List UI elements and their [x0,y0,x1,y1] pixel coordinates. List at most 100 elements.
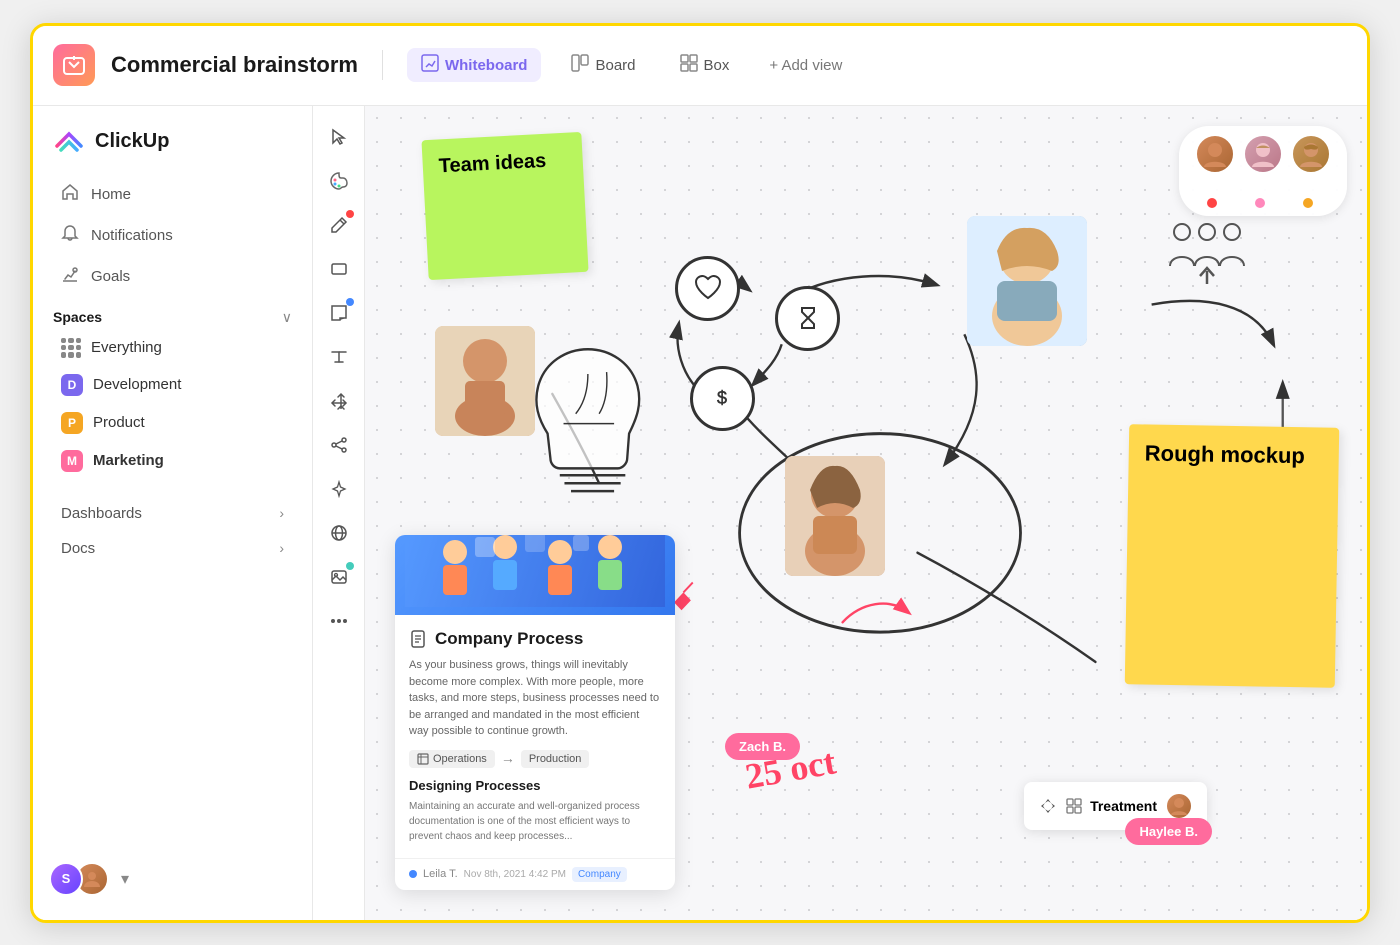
sticky-note-team-ideas[interactable]: Team ideas [421,131,588,279]
doc-tag-operations: Operations [409,750,495,768]
sidebar-item-home[interactable]: Home [41,174,304,215]
whiteboard-label: Whiteboard [445,57,528,74]
tool-sparkle[interactable] [320,470,358,508]
avatar-2-dot [1255,198,1265,208]
tool-more[interactable] [320,602,358,640]
photo-person-3 [785,456,885,576]
tool-text[interactable] [320,338,358,376]
circle-hourglass [775,286,840,351]
canvas-area: Team ideas Rough mockup [313,106,1367,920]
home-icon [61,183,79,206]
banner-illustration [397,535,673,615]
tool-cursor[interactable] [320,118,358,156]
sidebar-item-marketing[interactable]: M Marketing [41,442,304,480]
development-badge: D [61,374,83,396]
avatar-3-dot [1303,198,1313,208]
tool-rectangle[interactable] [320,250,358,288]
person-1-illustration [435,326,535,436]
tab-box[interactable]: Box [666,48,744,82]
docs-chevron-icon: › [279,540,284,556]
notifications-label: Notifications [91,227,173,244]
doc-footer-date: Nov 8th, 2021 4:42 PM [464,869,566,880]
spaces-chevron-icon[interactable]: ∨ [282,309,292,326]
avatar-2[interactable] [1243,134,1283,174]
marketing-badge: M [61,450,83,472]
sidebar-item-product[interactable]: P Product [41,404,304,442]
tool-note[interactable] [320,294,358,332]
tool-pen[interactable] [320,206,358,244]
goals-label: Goals [91,268,130,285]
circle-heart [675,256,740,321]
tab-board[interactable]: Board [557,48,649,82]
sidebar-item-notifications[interactable]: Notifications [41,215,304,256]
people-silhouette [1167,216,1247,286]
move-icon [1038,796,1058,816]
task-grid-icon [1066,798,1082,814]
marketing-label: Marketing [93,452,164,469]
whiteboard-icon [421,54,439,76]
main-layout: ClickUp Home Notifications [33,106,1367,920]
doc-card-subtext: Maintaining an accurate and well-organiz… [409,799,661,844]
doc-card-subtitle: Designing Processes [409,778,661,793]
avatar-1-dot [1207,198,1217,208]
home-label: Home [91,186,131,203]
tool-share[interactable] [320,426,358,464]
sticky-note-rough-mockup[interactable]: Rough mockup [1125,424,1340,688]
doc-tag-production: Production [521,750,590,768]
box-label: Box [704,57,730,74]
sidebar-item-everything[interactable]: Everything [41,330,304,366]
sticky-note-rough-mockup-text: Rough mockup [1145,440,1306,468]
doc-card[interactable]: Company Process As your business grows, … [395,535,675,890]
avatar-1-container[interactable] [1195,134,1235,208]
sidebar-item-docs[interactable]: Docs › [41,531,304,566]
everything-label: Everything [91,339,162,356]
avatar-1[interactable] [1195,134,1235,174]
spaces-label: Spaces [53,309,102,325]
avatar-3[interactable] [1291,134,1331,174]
tool-move[interactable] [320,382,358,420]
sticky-note-team-ideas-text: Team ideas [438,149,546,177]
people-group-icon [1167,216,1247,286]
tool-image[interactable] [320,558,358,596]
avatar-2-container[interactable] [1243,134,1283,208]
doc-card-body-text: As your business grows, things will inev… [409,657,661,740]
name-badge-haylee[interactable]: Haylee B. [1125,818,1212,845]
top-bar: Commercial brainstorm Whiteboard Board [33,26,1367,106]
divider [382,50,383,80]
banner-svg [405,535,665,607]
sidebar-item-goals[interactable]: Goals [41,256,304,297]
logo-area: ClickUp [33,118,312,174]
sidebar-item-dashboards[interactable]: Dashboards › [41,496,304,531]
avatar-cluster [1179,126,1347,216]
svg-text:$: $ [717,388,727,408]
everything-grid-icon [61,338,81,358]
doc-footer-author: Leila T. [423,868,458,880]
add-view-button[interactable]: + Add view [759,51,852,80]
app-wrapper: Commercial brainstorm Whiteboard Board [30,23,1370,923]
pen-dot [346,210,354,218]
tab-whiteboard[interactable]: Whiteboard [407,48,542,82]
workspace-icon[interactable] [53,44,95,86]
goals-icon [61,265,79,288]
footer-dropdown-icon[interactable]: ▾ [121,869,129,889]
docs-label: Docs [61,540,95,557]
sidebar: ClickUp Home Notifications [33,106,313,920]
whiteboard-canvas[interactable]: Team ideas Rough mockup [365,106,1367,920]
doc-card-title: Company Process [409,629,661,649]
development-label: Development [93,376,181,393]
footer-avatar-1[interactable]: S [49,862,83,896]
doc-icon [409,630,427,648]
person-2-illustration [967,216,1087,346]
doc-card-tags: Operations → Production [409,750,661,768]
image-dot [346,562,354,570]
sidebar-item-development[interactable]: D Development [41,366,304,404]
circle-dollar: $ [690,366,755,431]
avatar-3-container[interactable] [1291,134,1331,208]
doc-title: Commercial brainstorm [111,52,358,78]
product-badge: P [61,412,83,434]
photo-person-1 [435,326,535,436]
tool-palette[interactable] [320,162,358,200]
doc-card-body: Company Process As your business grows, … [395,615,675,858]
person-3-illustration [785,456,885,576]
tool-globe[interactable] [320,514,358,552]
